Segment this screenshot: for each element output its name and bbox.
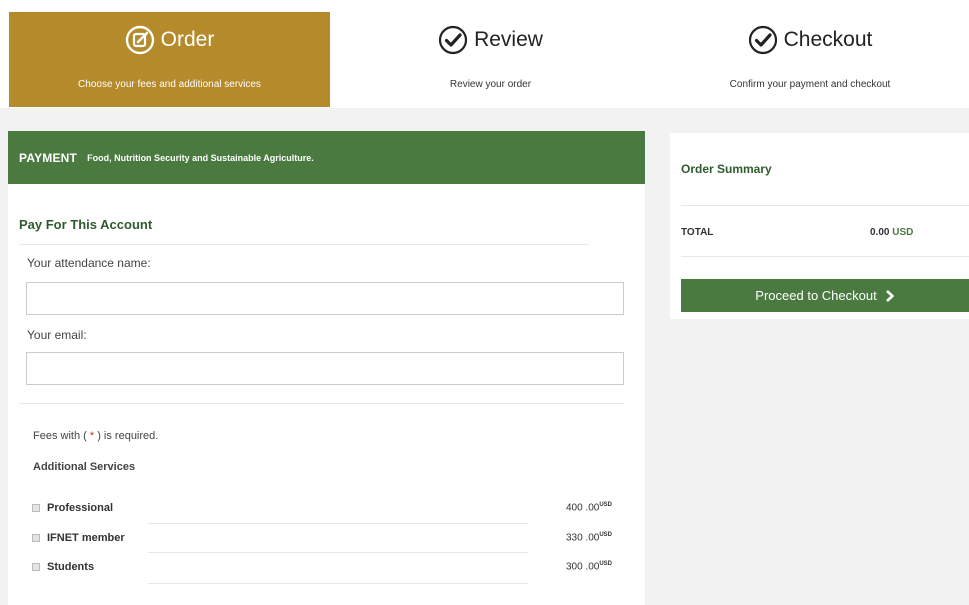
check-circle-icon <box>748 25 777 55</box>
divider <box>19 403 624 404</box>
service-name: Students <box>47 561 95 573</box>
service-currency: USD <box>599 532 612 539</box>
additional-services-title: Additional Services <box>33 461 136 473</box>
service-price: 330 .00USD <box>565 532 612 544</box>
payment-panel: PAYMENT Food, Nutrition Security and Sus… <box>8 131 645 605</box>
attendance-name-input[interactable] <box>26 282 624 315</box>
total-value: 0.00 USD <box>870 227 913 238</box>
divider <box>148 552 528 553</box>
divider <box>681 205 969 206</box>
divider <box>148 523 528 524</box>
total-currency: USD <box>892 227 914 238</box>
step-checkout[interactable]: Checkout Confirm your payment and checko… <box>651 12 969 107</box>
service-currency: USD <box>599 502 612 509</box>
name-label: Your attendance name: <box>27 256 151 270</box>
check-circle-icon <box>438 25 468 55</box>
service-checkbox[interactable] <box>32 534 40 542</box>
checkout-steps: Order Choose your fees and additional se… <box>0 0 969 108</box>
service-currency: USD <box>599 561 612 568</box>
step-order-title: Order <box>160 28 215 51</box>
step-order[interactable]: Order Choose your fees and additional se… <box>9 12 330 107</box>
payment-header: PAYMENT Food, Nutrition Security and Sus… <box>8 131 645 184</box>
service-price: 400 .00USD <box>565 502 612 514</box>
step-order-desc: Choose your fees and additional services <box>78 79 261 90</box>
email-label: Your email: <box>27 328 87 342</box>
proceed-to-checkout-button[interactable]: Proceed to Checkout <box>681 279 969 312</box>
email-input[interactable] <box>26 352 624 385</box>
service-row[interactable]: Professional 400 .00USD <box>32 497 612 519</box>
total-label: TOTAL <box>681 227 714 238</box>
order-summary-panel: Order Summary TOTAL 0.00 USD Proceed to … <box>670 133 969 319</box>
service-price: 300 .00USD <box>565 561 612 573</box>
service-row[interactable]: IFNET member 330 .00USD <box>32 527 612 549</box>
step-review-title: Review <box>474 28 543 51</box>
service-checkbox[interactable] <box>32 563 40 571</box>
service-name: Professional <box>47 502 114 514</box>
payment-label: PAYMENT <box>19 150 78 165</box>
step-checkout-title: Checkout <box>783 28 873 51</box>
divider <box>681 256 969 257</box>
step-review[interactable]: Review Review your order <box>330 12 651 107</box>
service-checkbox[interactable] <box>32 504 40 512</box>
step-review-desc: Review your order <box>449 79 532 90</box>
divider <box>148 583 528 584</box>
service-row[interactable]: Students 300 .00USD <box>32 556 612 578</box>
service-name: IFNET member <box>47 532 125 544</box>
total-amount: 0.00 <box>870 227 890 238</box>
edit-circle-icon <box>125 25 154 55</box>
step-checkout-desc: Confirm your payment and checkout <box>729 79 891 90</box>
order-summary-title: Order Summary <box>681 162 772 176</box>
payment-subtitle: Food, Nutrition Security and Sustainable… <box>87 152 314 163</box>
divider <box>19 244 589 245</box>
checkout-button-label: Proceed to Checkout <box>755 288 877 303</box>
section-title: Pay For This Account <box>19 217 153 232</box>
chevron-right-icon <box>885 289 894 302</box>
required-note: Fees with ( * ) is required. <box>33 430 159 442</box>
